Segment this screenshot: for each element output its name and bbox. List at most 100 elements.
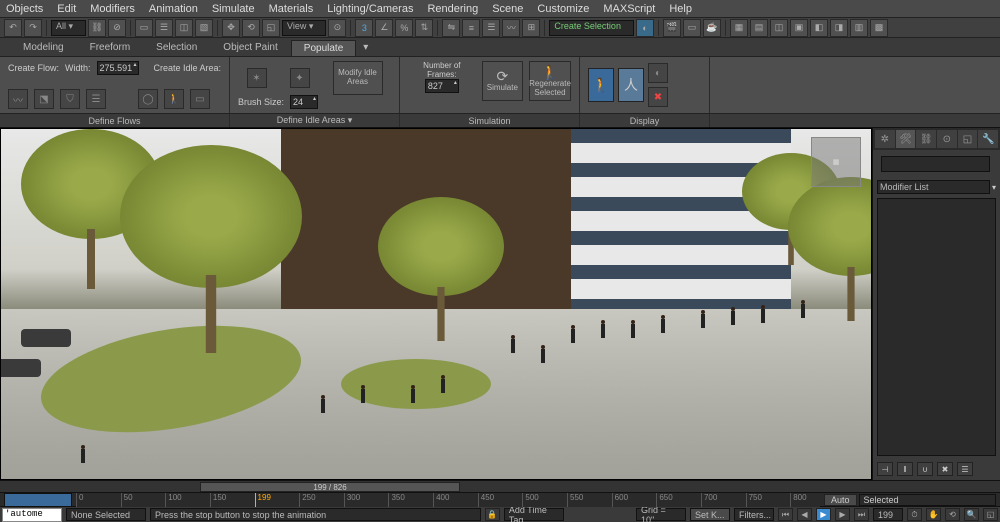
tool5-button[interactable]: ◧ (810, 19, 828, 37)
idle-area-circle-icon[interactable]: ◯ (138, 89, 158, 109)
display-toggle1-icon[interactable]: ◐ (648, 63, 668, 83)
ribbon-collapse-button[interactable]: ▾ (356, 39, 375, 56)
select-name-button[interactable]: ☰ (155, 19, 173, 37)
idle-brush1-icon[interactable]: ✶ (247, 68, 267, 88)
set-key-button[interactable]: Set K... (690, 508, 730, 521)
ribbon-tab-populate[interactable]: Populate (291, 40, 356, 56)
mirror-button[interactable]: ⇋ (442, 19, 460, 37)
maxscript-listener[interactable]: 'autome (2, 508, 62, 522)
unlink-button[interactable]: ⊘ (108, 19, 126, 37)
tool4-button[interactable]: ▣ (790, 19, 808, 37)
brush-size-spinner[interactable]: 24 (290, 95, 318, 109)
named-selection-dropdown[interactable]: Create Selection (549, 20, 634, 36)
selection-lock-button[interactable]: 🔒 (485, 508, 500, 521)
link-dropdown[interactable]: All ▾ (51, 20, 86, 36)
idle-area-person-icon[interactable]: 🚶 (164, 89, 184, 109)
modifier-list-dropdown[interactable]: Modifier List (877, 180, 990, 194)
menu-lighting-cameras[interactable]: Lighting/Cameras (327, 3, 413, 15)
show-end-button[interactable]: ‖ (897, 462, 913, 476)
flow-tool-icon[interactable]: 〰 (8, 89, 28, 109)
perspective-viewport[interactable]: ▦ (1, 129, 871, 479)
select-region-button[interactable]: ◫ (175, 19, 193, 37)
window-crossing-button[interactable]: ▧ (195, 19, 213, 37)
menu-animation[interactable]: Animation (149, 3, 198, 15)
prev-frame-button[interactable]: ◀ (797, 508, 812, 521)
menu-rendering[interactable]: Rendering (427, 3, 478, 15)
material-editor-button[interactable]: ◐ (636, 19, 654, 37)
tool6-button[interactable]: ◨ (830, 19, 848, 37)
seat-tool-icon[interactable]: ⛉ (60, 89, 80, 109)
tool8-button[interactable]: ▩ (870, 19, 888, 37)
play-button[interactable]: ▶ (816, 508, 831, 521)
object-name-field[interactable] (881, 156, 990, 172)
goto-end-button[interactable]: ⏭ (854, 508, 869, 521)
stair-tool-icon[interactable]: ☰ (86, 89, 106, 109)
regenerate-button[interactable]: 🚶 Regenerate Selected (529, 61, 571, 101)
viewport-max-button[interactable]: ◱ (983, 508, 998, 521)
current-frame-field[interactable]: 199 (873, 508, 903, 521)
render-button[interactable]: ☕ (703, 19, 721, 37)
make-unique-button[interactable]: ∪ (917, 462, 933, 476)
modify-idle-button[interactable]: Modify Idle Areas (333, 61, 383, 95)
pivot-button[interactable]: ⊙ (328, 19, 346, 37)
render-frame-button[interactable]: ▭ (683, 19, 701, 37)
scale-button[interactable]: ◱ (262, 19, 280, 37)
character-stick-button[interactable]: 人 (618, 68, 644, 102)
rotate-button[interactable]: ⟲ (242, 19, 260, 37)
time-config-button[interactable]: ⏱ (907, 508, 922, 521)
viewport-pan-button[interactable]: ✋ (926, 508, 941, 521)
cmd-tab-modify[interactable]: 🛠 (896, 130, 916, 148)
ribbon-tab-modeling[interactable]: Modeling (10, 39, 77, 56)
key-filters-button[interactable]: Filters... (734, 508, 774, 521)
select-link-button[interactable]: ⛓ (88, 19, 106, 37)
curve-editor-button[interactable]: 〰 (502, 19, 520, 37)
ribbon-tab-selection[interactable]: Selection (143, 39, 210, 56)
next-frame-button[interactable]: ▶ (835, 508, 850, 521)
tool3-button[interactable]: ◫ (770, 19, 788, 37)
align-button[interactable]: ≡ (462, 19, 480, 37)
idle-brush2-icon[interactable]: ✦ (290, 68, 310, 88)
goto-start-button[interactable]: ⏮ (778, 508, 793, 521)
menu-materials[interactable]: Materials (269, 3, 314, 15)
redo-button[interactable]: ↷ (24, 19, 42, 37)
character-realistic-button[interactable]: 🚶 (588, 68, 614, 102)
spinner-snap-button[interactable]: ⇅ (415, 19, 433, 37)
mini-viewport-thumb[interactable] (4, 493, 72, 507)
angle-snap-button[interactable]: ∠ (375, 19, 393, 37)
menu-edit[interactable]: Edit (57, 3, 76, 15)
frames-spinner[interactable]: 827 (425, 79, 459, 93)
layers-button[interactable]: ☰ (482, 19, 500, 37)
menu-simulate[interactable]: Simulate (212, 3, 255, 15)
schematic-button[interactable]: ⊞ (522, 19, 540, 37)
auto-key-button[interactable]: Auto (824, 494, 857, 506)
cmd-tab-display[interactable]: ◱ (958, 130, 978, 148)
pin-stack-button[interactable]: ⊣ (877, 462, 893, 476)
footer-define-flows[interactable]: Define Flows (0, 114, 230, 127)
ribbon-tab-objectpaint[interactable]: Object Paint (210, 39, 290, 56)
select-object-button[interactable]: ▭ (135, 19, 153, 37)
key-filter-dropdown[interactable]: Selected (859, 494, 996, 506)
menu-objects[interactable]: Objects (6, 3, 43, 15)
modifier-stack[interactable] (877, 198, 996, 456)
menu-maxscript[interactable]: MAXScript (603, 3, 655, 15)
ribbon-tab-freeform[interactable]: Freeform (77, 39, 144, 56)
cmd-tab-create[interactable]: ✲ (875, 130, 895, 148)
remove-mod-button[interactable]: ✖ (937, 462, 953, 476)
snap-button[interactable]: 3 (355, 19, 373, 37)
tool2-button[interactable]: ▤ (750, 19, 768, 37)
time-slider[interactable]: 199 / 826 (200, 482, 460, 492)
viewport-orbit-button[interactable]: ⟲ (945, 508, 960, 521)
idle-area-rect-icon[interactable]: ▭ (190, 89, 210, 109)
cmd-tab-motion[interactable]: ⊙ (937, 130, 957, 148)
ramp-tool-icon[interactable]: ⬔ (34, 89, 54, 109)
menu-modifiers[interactable]: Modifiers (90, 3, 135, 15)
render-setup-button[interactable]: 🎬 (663, 19, 681, 37)
refcoord-dropdown[interactable]: View ▾ (282, 20, 326, 36)
timeline-ruler[interactable]: 0 50 100 150 199 250 300 350 400 450 500… (76, 493, 820, 507)
viewcube[interactable]: ▦ (811, 137, 861, 187)
display-delete-icon[interactable]: ✖ (648, 87, 668, 107)
add-time-tag[interactable]: Add Time Tag (504, 508, 564, 521)
menu-customize[interactable]: Customize (537, 3, 589, 15)
viewport-zoom-button[interactable]: 🔍 (964, 508, 979, 521)
menu-scene[interactable]: Scene (492, 3, 523, 15)
